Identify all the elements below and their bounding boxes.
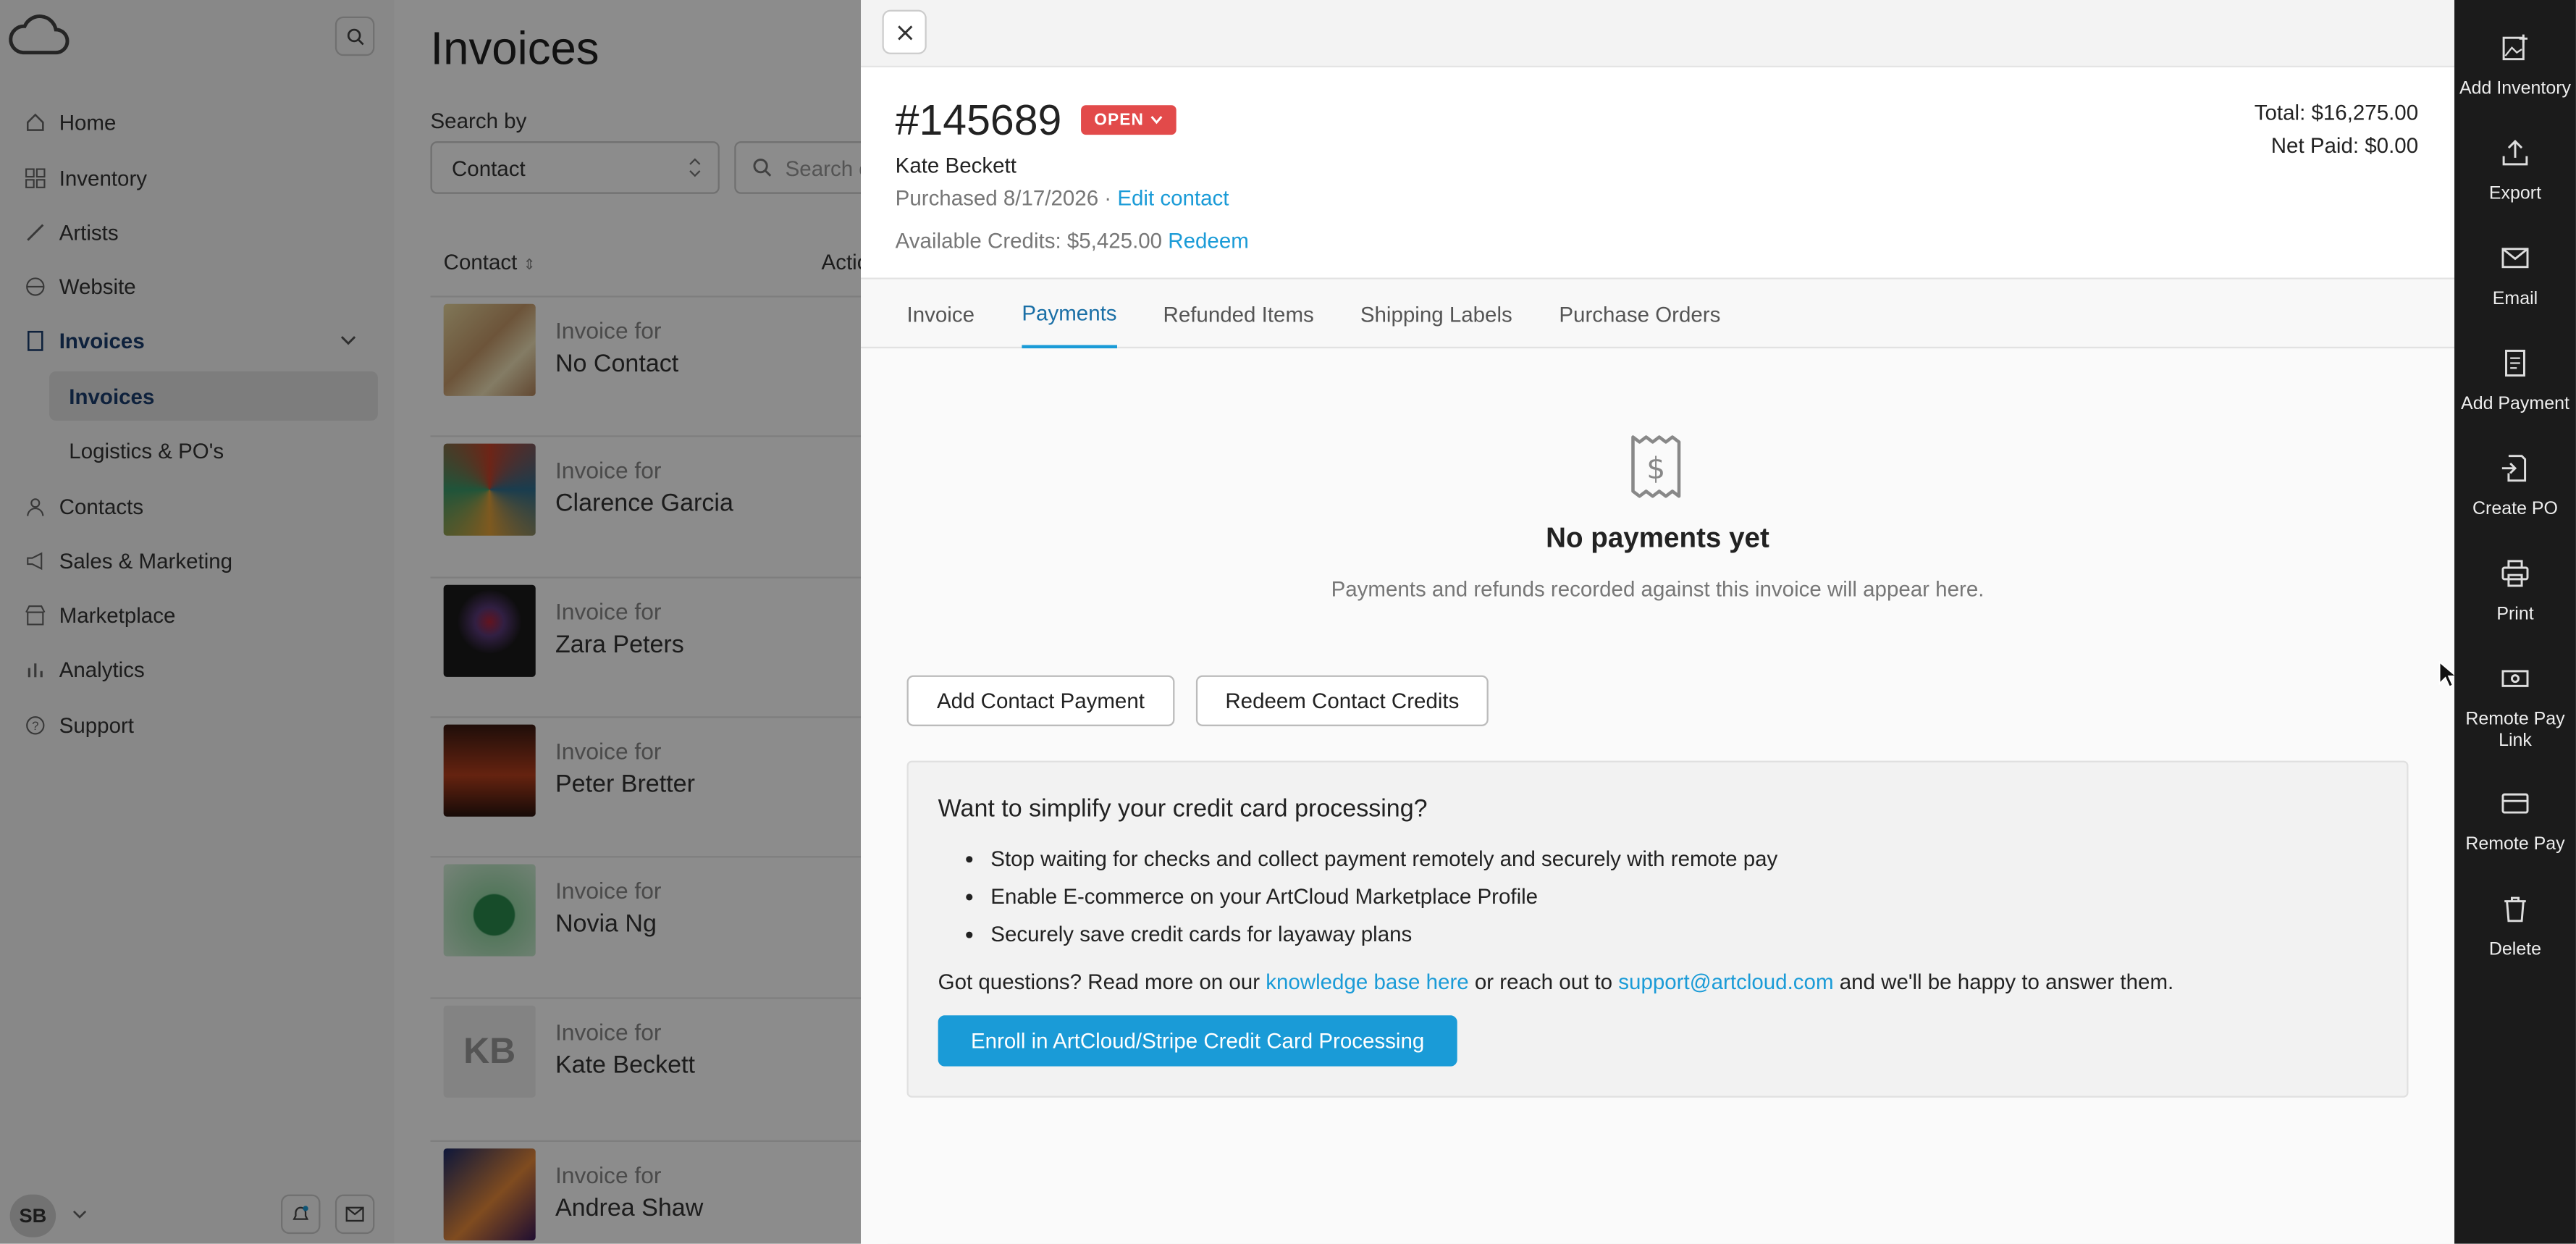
export-icon [2502,140,2528,166]
receipt-icon [2505,349,2525,377]
action-label: Delete [2488,939,2542,960]
knowledge-base-link[interactable]: knowledge base here [1266,970,1468,994]
action-label: Remote Pay [2465,834,2565,854]
tab-shipping-labels[interactable]: Shipping Labels [1360,280,1512,348]
add-image-icon [2502,34,2528,61]
list-item: Stop waiting for checks and collect paym… [990,846,1777,884]
invoice-header: #145689 OPEN Kate Beckett Purchased 8/17… [861,67,2455,280]
panel-topbar [861,0,2455,68]
cash-icon [2501,670,2529,687]
promo-list: Stop waiting for checks and collect paym… [990,846,1777,960]
card-icon [2501,793,2529,814]
redeem-contact-credits-button[interactable]: Redeem Contact Credits [1195,675,1489,726]
add-contact-payment-button[interactable]: Add Contact Payment [906,675,1175,726]
redeem-link[interactable]: Redeem [1168,228,1249,253]
status-label: OPEN [1094,111,1145,130]
receipt-dollar-icon: $ [1631,435,1681,498]
credit-card-promo: Want to simplify your credit card proces… [906,760,2409,1098]
promo-text: Got questions? Read more on our [938,969,1266,994]
action-label: Add Payment [2461,394,2569,414]
invoice-totals: Total: $16,275.00 Net Paid: $0.00 [2255,97,2418,163]
svg-text:$: $ [1646,450,1665,485]
chevron-down-icon [1151,116,1163,125]
panel-tabs: Invoice Payments Refunded Items Shipping… [861,279,2455,349]
export-action[interactable]: Export [2454,138,2576,206]
available-credits: Available Credits: $5,425.00 Redeem [896,228,1249,253]
tab-invoice[interactable]: Invoice [907,280,975,348]
action-label: Create PO [2472,499,2558,520]
empty-state-title: No payments yet [1546,522,1769,554]
action-label: Email [2492,289,2538,309]
promo-text: and we'll be happy to answer them. [1833,969,2174,994]
list-item: Enable E-commerce on your ArtCloud Marke… [990,884,1777,922]
tab-purchase-orders[interactable]: Purchase Orders [1559,280,1720,348]
net-paid-amount: Net Paid: $0.00 [2270,133,2419,158]
trash-icon [2504,896,2526,923]
create-po-icon [2501,455,2527,482]
list-item: Securely save credit cards for layaway p… [990,922,1777,959]
invoice-number: #145689 [895,95,1062,145]
edit-contact-link[interactable]: Edit contact [1117,185,1229,210]
mail-icon [2501,248,2529,269]
action-bar: Add Inventory Export Email Add Payment C… [2454,0,2576,1244]
action-label: Print [2496,605,2534,625]
purchase-date: Purchased 8/17/2026 · [895,185,1118,211]
close-button[interactable] [882,9,927,54]
promo-title: Want to simplify your credit card proces… [938,795,1428,823]
tab-payments[interactable]: Payments [1022,280,1117,349]
printer-icon [2501,560,2529,587]
delete-action[interactable]: Delete [2454,894,2576,961]
empty-state-description: Payments and refunds recorded against th… [1331,576,1984,602]
credits-value: Available Credits: $5,425.00 [895,228,1169,253]
status-badge[interactable]: OPEN [1081,105,1177,135]
enroll-stripe-button[interactable]: Enroll in ArtCloud/Stripe Credit Card Pr… [938,1015,1457,1067]
purchase-info: Purchased 8/17/2026 · Edit contact [896,185,1229,210]
action-label: Remote Pay Link [2465,710,2565,751]
add-inventory-action[interactable]: Add Inventory [2454,33,2576,100]
promo-questions: Got questions? Read more on our knowledg… [938,970,2174,994]
tab-refunded-items[interactable]: Refunded Items [1163,280,1314,348]
promo-text: or reach out to [1468,969,1619,994]
total-amount: Total: $16,275.00 [2254,100,2419,125]
add-payment-action[interactable]: Add Payment [2454,348,2576,416]
create-po-action[interactable]: Create PO [2454,453,2576,521]
email-action[interactable]: Email [2454,243,2576,311]
modal-backdrop[interactable] [0,0,862,1244]
action-label: Export [2488,184,2542,204]
action-label: Add Inventory [2459,78,2571,99]
support-email-link[interactable]: support@artcloud.com [1618,970,1833,994]
remote-pay-action[interactable]: Remote Pay [2454,789,2576,856]
customer-name: Kate Beckett [895,153,1016,178]
print-action[interactable]: Print [2454,558,2576,626]
remote-pay-link-action[interactable]: Remote Pay Link [2454,664,2576,753]
invoice-panel: #145689 OPEN Kate Beckett Purchased 8/17… [861,0,2458,1244]
close-icon [897,25,912,40]
